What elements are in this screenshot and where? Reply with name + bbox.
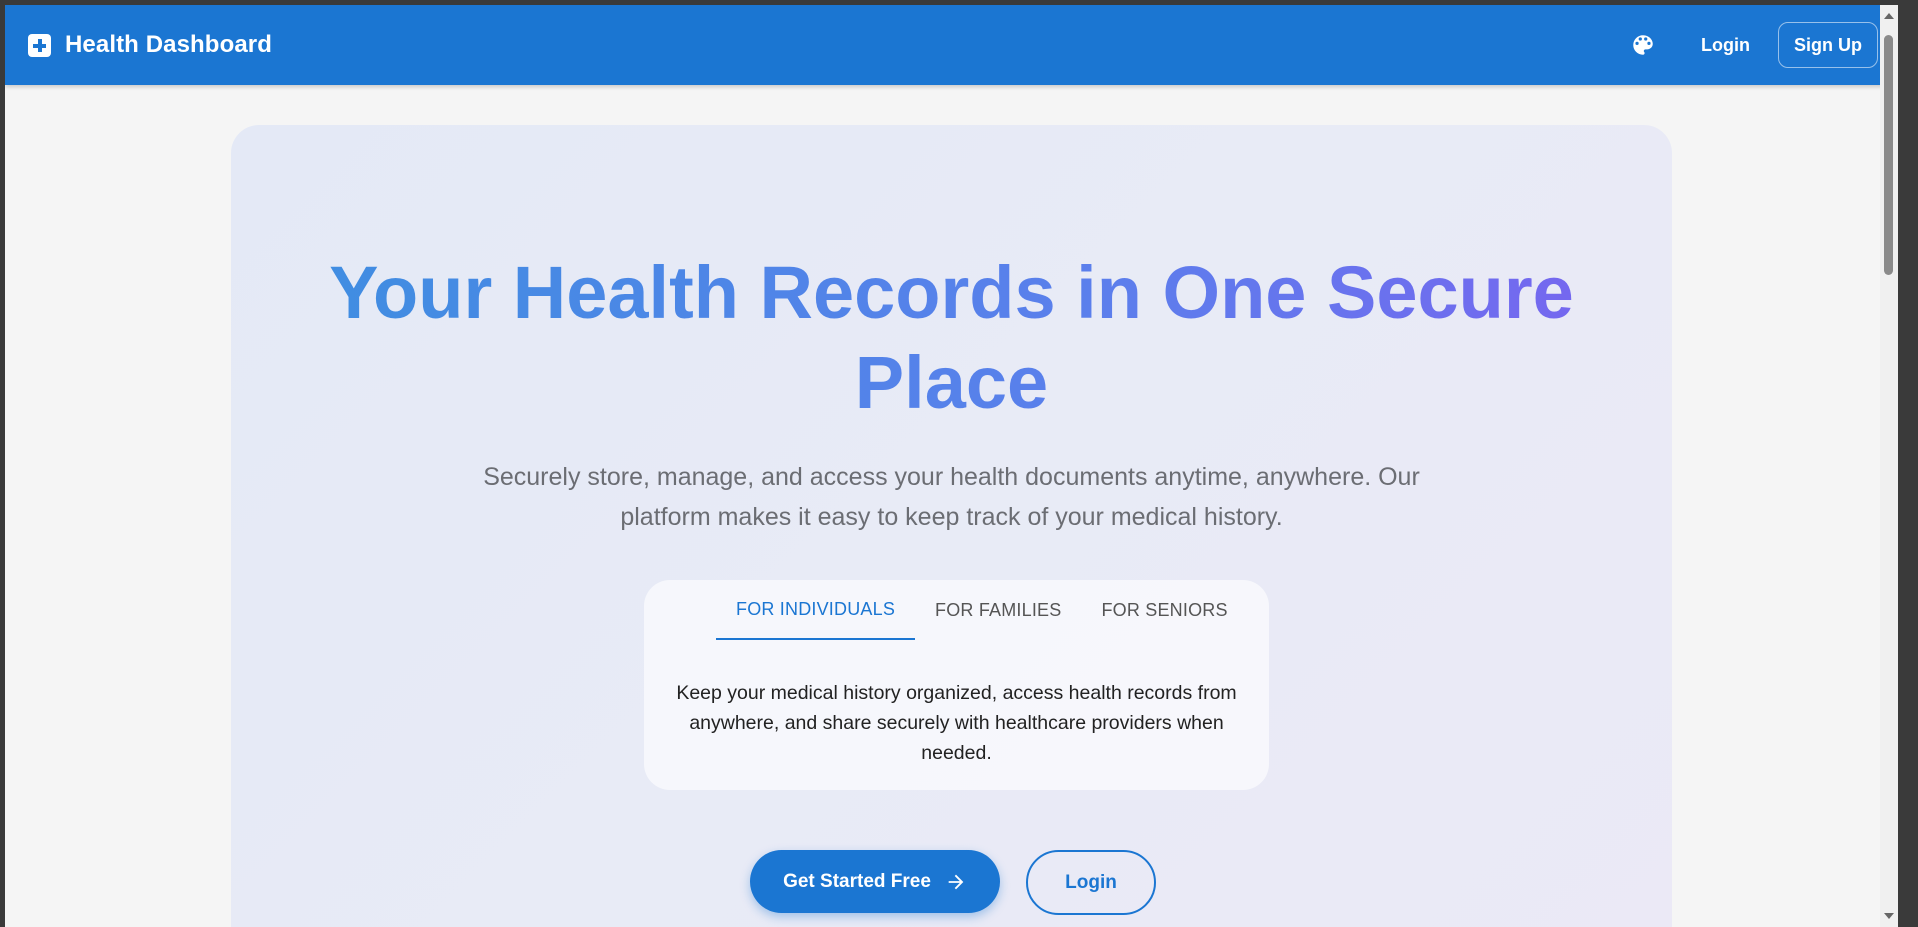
theme-button[interactable] — [1621, 23, 1665, 67]
medical-cross-icon — [28, 33, 51, 57]
tab-seniors[interactable]: FOR SENIORS — [1081, 580, 1247, 640]
hero-title: Your Health Records in One Secure Place — [231, 248, 1672, 428]
tab-description: Keep your medical history organized, acc… — [676, 682, 1237, 764]
app-title: Health Dashboard — [65, 31, 272, 58]
get-started-button[interactable]: Get Started Free — [750, 850, 1000, 913]
audience-tabs: FOR INDIVIDUALS FOR FAMILIES FOR SENIORS — [716, 580, 1248, 640]
scroll-down-icon[interactable] — [1884, 913, 1894, 919]
get-started-label: Get Started Free — [783, 870, 931, 892]
arrow-right-icon — [945, 871, 967, 893]
hero-card: Your Health Records in One Secure Place … — [231, 125, 1672, 927]
browser-window: Health Dashboard Login Sign Up Your Heal… — [5, 5, 1898, 927]
app-bar: Health Dashboard Login Sign Up — [5, 5, 1898, 85]
app-bar-actions: Login Sign Up — [1621, 22, 1878, 68]
hero-login-button[interactable]: Login — [1026, 850, 1156, 915]
scroll-up-icon[interactable] — [1884, 13, 1894, 19]
audience-tabs-panel: FOR INDIVIDUALS FOR FAMILIES FOR SENIORS… — [644, 580, 1269, 790]
brand[interactable]: Health Dashboard — [28, 31, 272, 59]
vertical-scrollbar[interactable] — [1880, 5, 1898, 927]
signup-button[interactable]: Sign Up — [1778, 22, 1878, 68]
tab-families[interactable]: FOR FAMILIES — [915, 580, 1081, 640]
header-login-button[interactable]: Login — [1685, 25, 1766, 66]
palette-icon — [1633, 35, 1653, 55]
tab-individuals[interactable]: FOR INDIVIDUALS — [716, 580, 916, 640]
scrollbar-thumb[interactable] — [1884, 35, 1893, 275]
hero-subtitle: Securely store, manage, and access your … — [483, 463, 1420, 531]
